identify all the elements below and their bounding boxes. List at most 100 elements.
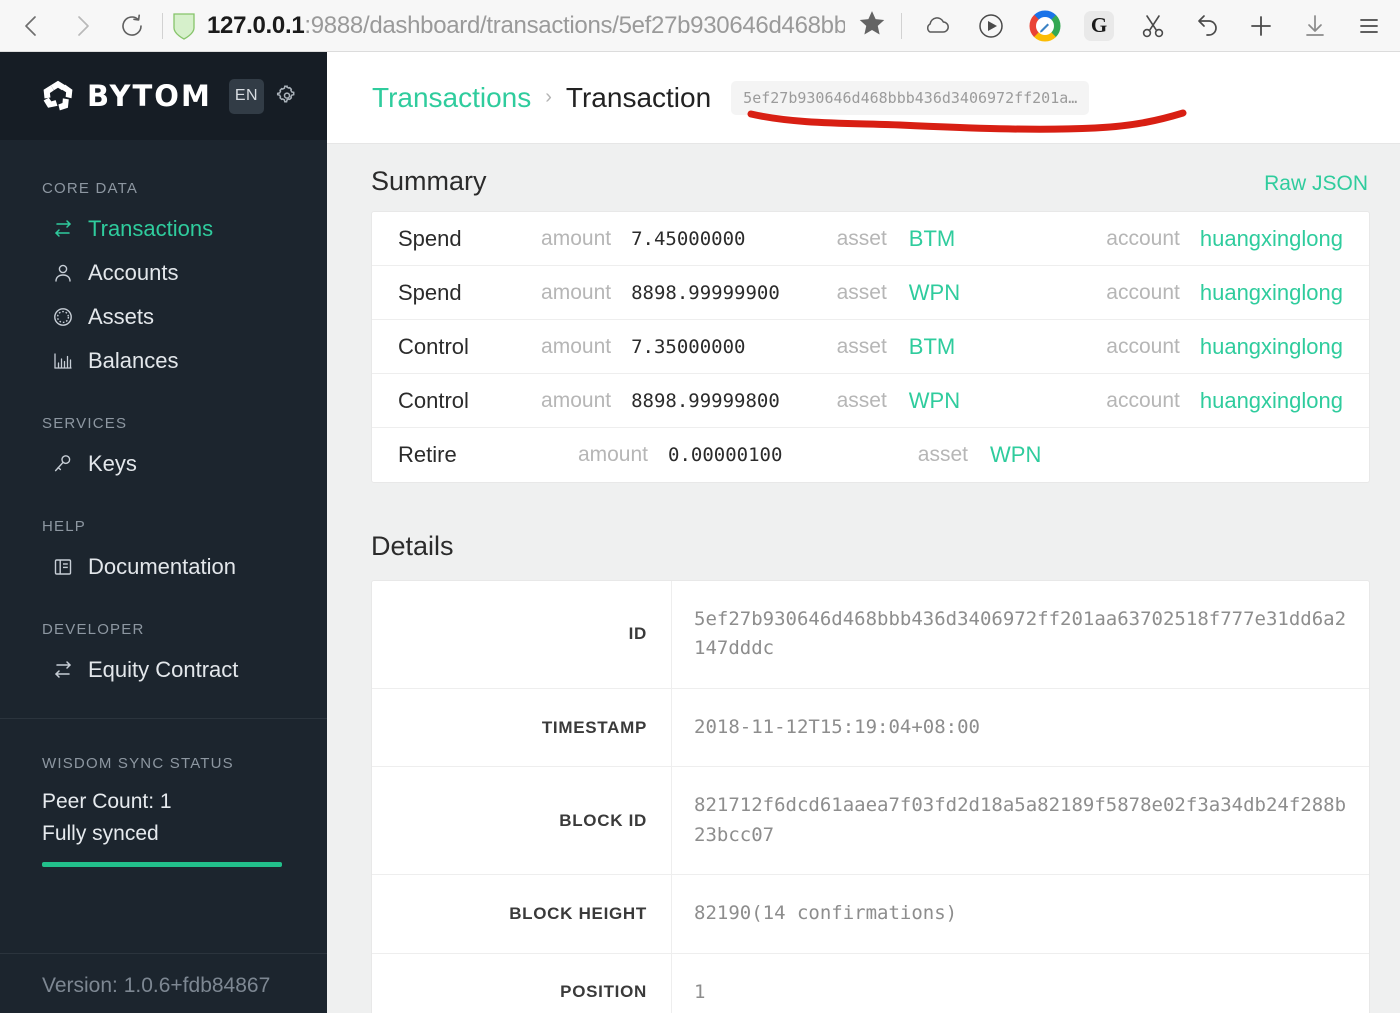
asset-value[interactable]: WPN (887, 388, 1086, 414)
amount-value: 0.00000100 (668, 444, 783, 466)
dashed-circle-icon (52, 306, 74, 328)
amount-value: 8898.99999900 (631, 281, 780, 304)
gear-icon[interactable] (269, 78, 305, 114)
sidebar-item-keys[interactable]: Keys (0, 442, 327, 486)
sync-status-panel: WISDOM SYNC STATUS Peer Count: 1 Fully s… (0, 719, 327, 867)
detail-key: BLOCK HEIGHT (372, 875, 672, 953)
sidebar-nav: CORE DATA Transactions Accounts Assets B… (0, 140, 327, 692)
url-path: :9888/dashboard/transactions/5ef27b93064… (304, 11, 845, 39)
asset-label: asset (836, 280, 887, 304)
peer-count: Peer Count: 1 (42, 790, 172, 813)
sidebar-item-accounts[interactable]: Accounts (0, 251, 327, 295)
amount-value: 7.35000000 (631, 335, 746, 358)
sidebar-item-label: Documentation (88, 554, 236, 579)
raw-json-link[interactable]: Raw JSON (1264, 172, 1368, 196)
asset-label: asset (836, 388, 887, 412)
asset-value[interactable]: BTM (887, 226, 1086, 252)
table-row[interactable]: Control amount 7.35000000 asset BTM acco… (372, 320, 1369, 374)
sidebar: BYTOM EN CORE DATA Transactions Accounts… (0, 52, 327, 1013)
sidebar-item-documentation[interactable]: Documentation (0, 545, 327, 589)
sidebar-item-assets[interactable]: Assets (0, 295, 327, 339)
detail-key: BLOCK ID (372, 767, 672, 875)
undo-arrow-icon[interactable] (1180, 2, 1234, 50)
person-icon (52, 262, 74, 284)
bytom-logo-icon (43, 80, 73, 111)
account-label: account (1106, 388, 1180, 412)
detail-value: 2018-11-12T15:19:04+08:00 (694, 715, 980, 738)
back-button[interactable] (10, 4, 54, 48)
cloud-icon[interactable] (910, 2, 964, 50)
url-host: 127.0.0.1 (207, 11, 305, 39)
asset-value[interactable]: BTM (887, 334, 1086, 360)
brand-name: BYTOM (87, 79, 212, 113)
detail-key: TIMESTAMP (372, 688, 672, 767)
table-row[interactable]: Spend amount 7.45000000 asset BTM accoun… (372, 212, 1369, 266)
scissors-icon[interactable] (1126, 2, 1180, 50)
account-label: account (1106, 226, 1180, 250)
sidebar-item-label: Assets (88, 304, 155, 329)
menu-icon[interactable] (1342, 2, 1396, 50)
reload-button[interactable] (110, 4, 154, 48)
transaction-id-chip[interactable]: 5ef27b930646d468bbb436d3406972ff201a… (731, 80, 1090, 115)
detail-value: 5ef27b930646d468bbb436d3406972ff201aa637… (694, 608, 1347, 660)
forward-button[interactable] (60, 4, 104, 48)
amount-label: amount (541, 280, 612, 304)
download-icon[interactable] (1288, 2, 1342, 50)
summary-action: Retire (398, 442, 457, 467)
table-row[interactable]: Retire amount 0.00000100 asset WPN (372, 428, 1369, 482)
amount-label: amount (541, 334, 612, 358)
sidebar-group-core-data: CORE DATA (42, 180, 139, 197)
toolbar-divider-2 (901, 12, 902, 39)
color-wheel-pencil-icon[interactable] (1018, 2, 1072, 50)
content-area: Summary Raw JSON Spend amount 7.45000000… (327, 144, 1400, 1013)
plus-icon[interactable] (1234, 2, 1288, 50)
sidebar-item-label: Balances (88, 348, 179, 373)
amount-label: amount (541, 388, 612, 412)
account-value[interactable]: huangxinglong (1180, 226, 1343, 252)
account-value[interactable]: huangxinglong (1180, 388, 1343, 414)
address-bar[interactable]: 127.0.0.1:9888/dashboard/transactions/5e… (171, 8, 893, 43)
sidebar-item-transactions[interactable]: Transactions (0, 207, 327, 251)
sidebar-item-label: Transactions (88, 216, 214, 241)
table-row: TIMESTAMP 2018-11-12T15:19:04+08:00 (372, 688, 1369, 768)
details-title: Details (371, 531, 454, 561)
sync-progress-bar (42, 862, 282, 867)
sidebar-item-label: Equity Contract (88, 657, 239, 682)
brand-logo[interactable]: BYTOM (40, 78, 229, 114)
breadcrumb-transactions-link[interactable]: Transactions (372, 82, 531, 114)
table-row[interactable]: Control amount 8898.99999800 asset WPN a… (372, 374, 1369, 428)
amount-label: amount (577, 443, 648, 466)
sidebar-item-balances[interactable]: Balances (0, 339, 327, 383)
table-row[interactable]: Spend amount 8898.99999900 asset WPN acc… (372, 266, 1369, 320)
asset-label: asset (836, 226, 887, 250)
table-row: POSITION 1 (372, 953, 1369, 1013)
sidebar-item-label: Keys (88, 451, 137, 476)
breadcrumb-separator: › (545, 86, 552, 108)
table-row: BLOCK ID 821712f6dcd61aaea7f03fd2d18a5a8… (372, 767, 1369, 876)
version-label: Version: 1.0.6+fdb84867 (42, 974, 271, 997)
summary-action: Control (398, 387, 469, 413)
bookmark-star-icon[interactable] (857, 8, 887, 43)
toolbar-divider (162, 12, 163, 39)
asset-value[interactable]: WPN (968, 442, 1198, 468)
grammarly-icon[interactable]: G (1072, 2, 1126, 50)
asset-value[interactable]: WPN (887, 280, 1086, 306)
key-icon (52, 453, 74, 475)
browser-nav-buttons (0, 4, 154, 48)
account-label: account (1106, 280, 1180, 304)
play-circle-icon[interactable] (964, 2, 1018, 50)
language-switcher[interactable]: EN (229, 78, 264, 114)
asset-label: asset (917, 443, 968, 466)
account-value[interactable]: huangxinglong (1180, 280, 1343, 306)
sidebar-item-label: Accounts (88, 260, 179, 285)
account-value[interactable]: huangxinglong (1180, 334, 1343, 360)
sidebar-item-equity-contract[interactable]: Equity Contract (0, 648, 327, 692)
main-content: Transactions › Transaction 5ef27b930646d… (327, 52, 1400, 1013)
bar-chart-icon (52, 350, 74, 372)
account-label: account (1106, 334, 1180, 358)
detail-key: ID (372, 581, 672, 688)
summary-action: Spend (398, 225, 462, 251)
browser-toolbar: 127.0.0.1:9888/dashboard/transactions/5e… (0, 0, 1400, 52)
amount-value: 8898.99999800 (631, 389, 780, 412)
summary-title: Summary (371, 166, 487, 196)
